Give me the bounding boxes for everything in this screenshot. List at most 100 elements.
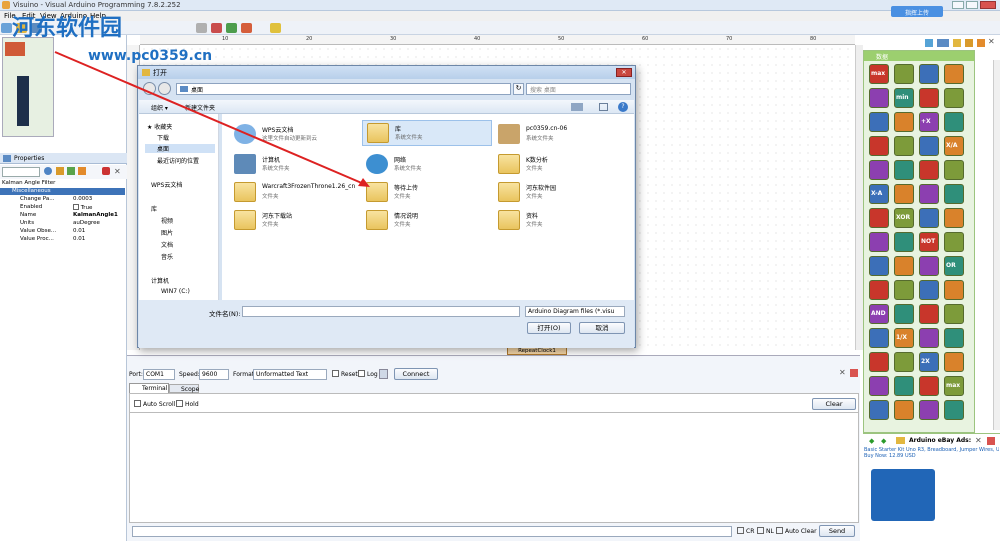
palette-component[interactable]: OR [944,256,964,276]
nav-favorites[interactable]: ★ 收藏夹 [147,122,172,131]
tab-scope[interactable]: Scope [169,384,199,393]
palette-component[interactable] [919,328,939,348]
palette-component[interactable] [894,112,914,132]
search-input[interactable]: 搜索 桌面 [526,83,631,95]
palette-component[interactable]: +X [919,112,939,132]
category-icon[interactable] [78,167,86,175]
upload-icon[interactable] [241,23,253,33]
maximize-button[interactable] [966,1,978,9]
filter-icon[interactable] [44,167,52,175]
cancel-button[interactable]: 取消 [579,322,625,334]
close-icon[interactable]: ✕ [975,436,982,445]
address-bar[interactable]: 桌面 [176,83,511,95]
file-item[interactable]: 计算机 系统文件夹 [230,152,360,178]
night-mode-icon[interactable] [269,23,281,33]
palette-component[interactable] [894,184,914,204]
palette-component[interactable] [944,208,964,228]
ad-product-image[interactable] [871,469,935,521]
palette-component[interactable] [894,280,914,300]
preview-pane-icon[interactable] [599,103,608,111]
palette-component[interactable] [894,64,914,84]
enabled-checkbox[interactable] [73,204,79,210]
open-button[interactable]: 打开(O) [527,322,571,334]
palette-component[interactable] [944,112,964,132]
file-item[interactable]: pc0359.cn-06 系统文件夹 [494,122,624,148]
reset-checkbox[interactable] [332,370,339,377]
palette-component[interactable] [894,304,914,324]
repeat-clock-node[interactable]: RepeatClock1 [507,347,567,355]
property-value[interactable]: 0.01 [73,236,85,242]
sort-icon[interactable] [56,167,64,175]
property-value[interactable]: True [73,204,92,211]
expand-icon[interactable] [977,39,985,47]
new-icon[interactable] [1,23,12,33]
view-options-icon[interactable] [571,103,583,111]
palette-component[interactable] [869,352,889,372]
palette-component[interactable]: X-A [869,184,889,204]
refresh-icon[interactable]: ↻ [513,83,524,95]
folder-icon[interactable] [953,39,961,47]
zoom-icon[interactable] [195,23,207,33]
file-item[interactable]: 河东下载站 文件夹 [230,208,360,234]
file-item[interactable]: 资料 文件夹 [494,208,624,234]
palette-component[interactable] [894,376,914,396]
properties-tab[interactable]: Properties [14,155,44,162]
property-value[interactable]: KalmanAngle1 [73,212,118,218]
new-folder-button[interactable]: 新建文件夹 [185,103,215,112]
palette-component[interactable] [894,160,914,180]
close-icon[interactable]: ✕ [988,37,995,46]
autoclear-checkbox[interactable] [776,527,783,534]
nav-computer[interactable]: 计算机 [151,276,169,285]
palette-component[interactable] [944,64,964,84]
palette-component[interactable] [894,256,914,276]
file-item[interactable]: WPS云文档 这里文件自动更新到云 [230,122,360,148]
palette-component[interactable]: max [944,376,964,396]
file-item[interactable]: 网络 系统文件夹 [362,152,492,178]
palette-component[interactable] [869,256,889,276]
pin-icon[interactable] [102,167,110,175]
palette-component[interactable] [944,88,964,108]
hold-checkbox[interactable] [176,400,183,407]
palette-component[interactable] [919,136,939,156]
delete-icon[interactable] [210,23,222,33]
palette-component[interactable] [919,376,939,396]
ad-price[interactable]: Buy Now: 12.89 USD [864,453,916,459]
property-value[interactable]: 0.0003 [73,196,92,202]
connect-button[interactable]: Connect [394,368,438,380]
nav-pictures[interactable]: 图片 [161,228,173,237]
property-value[interactable]: 0.01 [73,228,85,234]
clear-button[interactable]: Clear [812,398,856,410]
palette-component[interactable] [944,184,964,204]
nav-videos[interactable]: 视频 [161,216,173,225]
file-item[interactable]: 情况说明 文件夹 [362,208,492,234]
forward-button[interactable] [158,82,171,95]
close-window-button[interactable] [980,1,996,9]
palette-component[interactable] [894,352,914,372]
palette-component[interactable] [944,328,964,348]
palette-component[interactable]: AND [869,304,889,324]
nl-checkbox[interactable] [757,527,764,534]
cr-checkbox[interactable] [737,527,744,534]
palette-component[interactable] [919,88,939,108]
next-ad-icon[interactable]: ◆ [881,437,886,445]
property-search-input[interactable] [2,167,40,177]
speed-select[interactable]: 9600 [199,369,229,380]
file-item[interactable]: K数分析 文件夹 [494,152,624,178]
autoscroll-checkbox[interactable] [134,400,141,407]
palette-component[interactable]: NOT [919,232,939,252]
file-item[interactable]: 河东软件园 文件夹 [494,180,624,206]
canvas-vertical-scrollbar[interactable] [855,45,863,350]
palette-scrollbar[interactable] [993,60,1000,430]
palette-component[interactable] [919,400,939,420]
filter-icon[interactable] [925,39,933,47]
send-button[interactable]: Send [819,525,855,537]
palette-component[interactable] [869,136,889,156]
palette-component[interactable] [944,232,964,252]
palette-component[interactable] [869,232,889,252]
expand-icon[interactable] [67,167,75,175]
back-button[interactable] [143,82,156,95]
close-icon[interactable]: ✕ [839,368,846,377]
palette-component[interactable] [869,376,889,396]
hide-panel-icon[interactable] [850,369,858,377]
nav-documents[interactable]: 文档 [161,240,173,249]
